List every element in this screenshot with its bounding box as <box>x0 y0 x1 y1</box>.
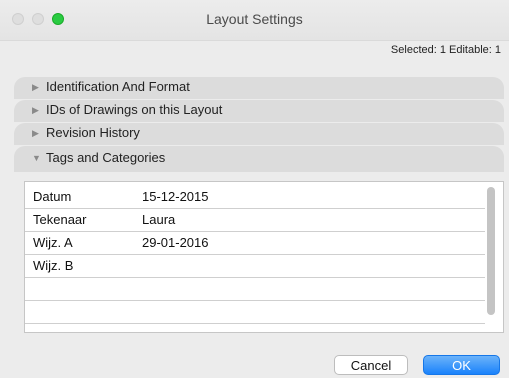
table-row[interactable]: Wijz. A 29-01-2016 <box>25 231 485 255</box>
table-row[interactable]: Datum 15-12-2015 <box>25 185 485 209</box>
section-identification-and-format[interactable]: ▶ Identification And Format <box>14 77 504 99</box>
table-row-empty <box>25 323 485 332</box>
title-bar: Layout Settings <box>0 0 509 41</box>
table-row[interactable]: Tekenaar Laura <box>25 208 485 232</box>
section-ids-of-drawings[interactable]: ▶ IDs of Drawings on this Layout <box>14 100 504 122</box>
tag-value[interactable]: 29-01-2016 <box>142 235 209 250</box>
tags-table: Datum 15-12-2015 Tekenaar Laura Wijz. A … <box>24 181 504 333</box>
tag-name: Tekenaar <box>33 212 87 227</box>
disclosure-down-icon: ▼ <box>32 153 41 163</box>
section-label: Identification And Format <box>46 79 190 94</box>
section-revision-history[interactable]: ▶ Revision History <box>14 123 504 145</box>
tag-value[interactable]: 15-12-2015 <box>142 189 209 204</box>
tag-value[interactable]: Laura <box>142 212 175 227</box>
selection-info: Selected: 1 Editable: 1 <box>390 44 501 56</box>
ok-button[interactable]: OK <box>423 355 500 375</box>
section-label: Revision History <box>46 125 140 140</box>
table-row-empty <box>25 277 485 301</box>
section-label: Tags and Categories <box>46 150 166 165</box>
layout-settings-window: Layout Settings Selected: 1 Editable: 1 … <box>0 0 509 378</box>
window-title: Layout Settings <box>206 11 303 27</box>
tag-name: Wijz. B <box>33 258 74 273</box>
table-row-empty <box>25 300 485 324</box>
disclosure-right-icon: ▶ <box>32 128 39 138</box>
cancel-button[interactable]: Cancel <box>334 355 408 375</box>
vertical-scrollbar[interactable] <box>487 187 495 315</box>
disclosure-right-icon: ▶ <box>32 105 39 115</box>
tag-name: Wijz. A <box>33 235 73 250</box>
section-label: IDs of Drawings on this Layout <box>46 102 223 117</box>
disclosure-right-icon: ▶ <box>32 82 39 92</box>
section-tags-and-categories[interactable]: ▼ Tags and Categories <box>14 146 504 172</box>
tag-name: Datum <box>33 189 72 204</box>
table-row[interactable]: Wijz. B <box>25 254 485 278</box>
